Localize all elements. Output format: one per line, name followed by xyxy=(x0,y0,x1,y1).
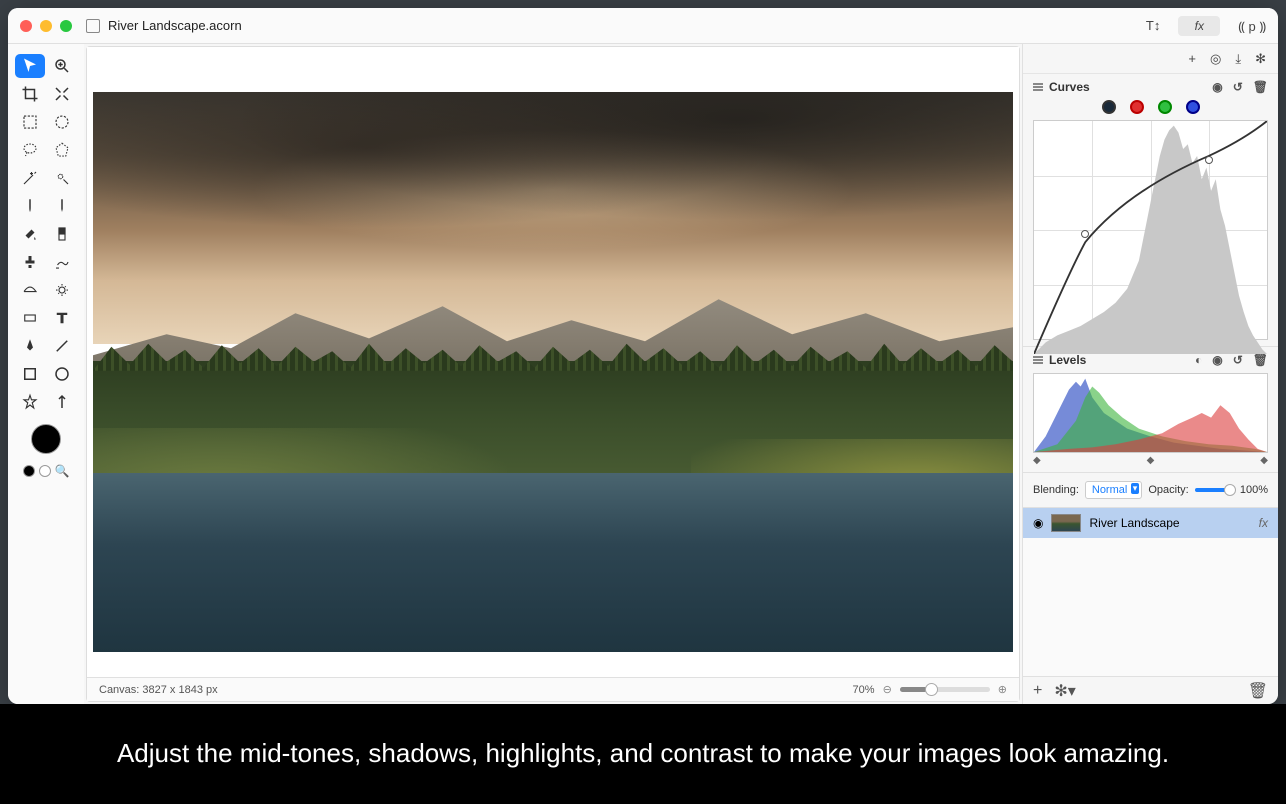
opacity-value: 100% xyxy=(1240,484,1268,496)
levels-mid-handle[interactable]: ◆ xyxy=(1147,455,1155,466)
palette-button[interactable]: ⸨ p ⸩ xyxy=(1238,17,1266,35)
levels-panel: Levels ◐ ◉ ↺ 🗑 ◆ xyxy=(1023,347,1278,473)
swap-colors-icon[interactable] xyxy=(23,465,35,477)
status-bar: Canvas: 3827 x 1843 px 70% ⊖ ⊕ xyxy=(87,677,1019,701)
layer-options-button[interactable]: ✻▾ xyxy=(1054,681,1075,701)
curves-reset-icon[interactable]: ↺ xyxy=(1233,80,1243,94)
layer-visibility-icon[interactable]: ◉ xyxy=(1033,516,1043,530)
close-window-button[interactable] xyxy=(20,20,32,32)
expand-tool[interactable] xyxy=(47,82,77,106)
quick-select-tool[interactable] xyxy=(47,166,77,190)
inspector-panel: + ◎ ⤓ ✻ Curves ◉ ↺ 🗑 xyxy=(1022,44,1278,704)
levels-title: Levels xyxy=(1049,353,1086,367)
titlebar: River Landscape.acorn T↕ fx ⸨ p ⸩ xyxy=(8,8,1278,44)
background-color[interactable] xyxy=(39,465,51,477)
curve-point-highlight[interactable] xyxy=(1205,156,1213,164)
opacity-label: Opacity: xyxy=(1148,484,1188,496)
zoom-value: 70% xyxy=(853,684,875,696)
channel-red[interactable] xyxy=(1130,100,1144,114)
ellipse-select-tool[interactable] xyxy=(47,110,77,134)
canvas-dimensions: Canvas: 3827 x 1843 px xyxy=(99,684,218,696)
opacity-slider[interactable] xyxy=(1195,488,1234,492)
zoom-tool[interactable] xyxy=(47,54,77,78)
star-tool[interactable] xyxy=(15,390,45,414)
layers-footer: + ✻▾ 🗑 xyxy=(1023,676,1278,704)
levels-black-handle[interactable]: ◆ xyxy=(1033,455,1041,466)
canvas-viewport[interactable] xyxy=(87,47,1019,677)
levels-auto-icon[interactable]: ◐ xyxy=(1195,353,1202,367)
line-tool[interactable] xyxy=(47,334,77,358)
brush-tool[interactable] xyxy=(15,194,45,218)
levels-visibility-icon[interactable]: ◉ xyxy=(1212,353,1222,367)
dodge-tool[interactable] xyxy=(15,278,45,302)
text-tool[interactable] xyxy=(47,306,77,330)
tools-palette: 🔍 xyxy=(8,44,84,704)
drag-handle-icon[interactable] xyxy=(1033,356,1043,364)
wand-tool[interactable] xyxy=(15,166,45,190)
target-button[interactable]: ◎ xyxy=(1210,51,1221,67)
curves-visibility-icon[interactable]: ◉ xyxy=(1212,80,1222,94)
zoom-in-button[interactable]: ⊕ xyxy=(998,683,1007,696)
layer-thumbnail xyxy=(1051,514,1081,532)
crop-tool[interactable] xyxy=(15,82,45,106)
channel-rgb[interactable] xyxy=(1102,100,1116,114)
levels-histogram[interactable] xyxy=(1033,373,1268,453)
move-tool[interactable] xyxy=(15,54,45,78)
levels-delete-icon[interactable]: 🗑 xyxy=(1253,353,1268,367)
lasso-tool[interactable] xyxy=(15,138,45,162)
rect-tool[interactable] xyxy=(15,362,45,386)
fill-tool[interactable] xyxy=(15,222,45,246)
layer-row[interactable]: ◉ River Landscape fx xyxy=(1023,508,1278,538)
layer-name: River Landscape xyxy=(1089,516,1250,530)
maximize-window-button[interactable] xyxy=(60,20,72,32)
fx-button[interactable]: fx xyxy=(1178,16,1220,36)
blend-row: Blending: Normal Opacity: 100% xyxy=(1023,473,1278,508)
add-layer-button[interactable]: + xyxy=(1033,682,1042,700)
pen-tool[interactable] xyxy=(15,334,45,358)
zoom-slider[interactable] xyxy=(900,687,990,692)
delete-layer-button[interactable]: 🗑 xyxy=(1248,681,1268,701)
curves-title: Curves xyxy=(1049,80,1090,94)
curves-delete-icon[interactable]: 🗑 xyxy=(1253,80,1268,94)
window-controls xyxy=(20,20,72,32)
drag-handle-icon[interactable] xyxy=(1033,83,1043,91)
pencil-tool[interactable] xyxy=(47,194,77,218)
text-settings-icon[interactable]: T↕ xyxy=(1146,18,1160,33)
clone-tool[interactable] xyxy=(15,250,45,274)
curves-channels xyxy=(1033,100,1268,114)
poly-select-tool[interactable] xyxy=(47,138,77,162)
channel-blue[interactable] xyxy=(1186,100,1200,114)
minimize-window-button[interactable] xyxy=(40,20,52,32)
app-window: River Landscape.acorn T↕ fx ⸨ p ⸩ xyxy=(8,8,1278,704)
curve-point-shadow[interactable] xyxy=(1081,230,1089,238)
circle-tool[interactable] xyxy=(47,362,77,386)
shape-tool[interactable] xyxy=(15,306,45,330)
gradient-tool[interactable] xyxy=(47,222,77,246)
document-icon xyxy=(86,19,100,33)
foreground-color[interactable] xyxy=(31,424,61,454)
marketing-caption: Adjust the mid-tones, shadows, highlight… xyxy=(0,704,1286,804)
layers-list xyxy=(1023,538,1278,676)
burn-tool[interactable] xyxy=(47,278,77,302)
channel-green[interactable] xyxy=(1158,100,1172,114)
smudge-tool[interactable] xyxy=(47,250,77,274)
download-button[interactable]: ⤓ xyxy=(1235,51,1241,67)
curves-panel: Curves ◉ ↺ 🗑 xyxy=(1023,74,1278,347)
add-filter-button[interactable]: + xyxy=(1188,51,1196,66)
levels-reset-icon[interactable]: ↺ xyxy=(1233,353,1243,367)
canvas-area: Canvas: 3827 x 1843 px 70% ⊖ ⊕ xyxy=(86,46,1020,702)
document-title: River Landscape.acorn xyxy=(108,18,1146,33)
layer-fx-icon[interactable]: fx xyxy=(1259,516,1268,530)
arrow-tool[interactable] xyxy=(47,390,77,414)
rect-select-tool[interactable] xyxy=(15,110,45,134)
zoom-out-button[interactable]: ⊖ xyxy=(883,683,892,696)
curves-graph[interactable] xyxy=(1033,120,1268,340)
canvas-image xyxy=(93,92,1013,652)
blending-mode-select[interactable]: Normal xyxy=(1085,481,1142,499)
eyedropper-icon[interactable]: 🔍 xyxy=(55,464,70,478)
levels-white-handle[interactable]: ◆ xyxy=(1260,455,1268,466)
blending-label: Blending: xyxy=(1033,484,1079,496)
gear-button[interactable]: ✻ xyxy=(1255,51,1266,67)
